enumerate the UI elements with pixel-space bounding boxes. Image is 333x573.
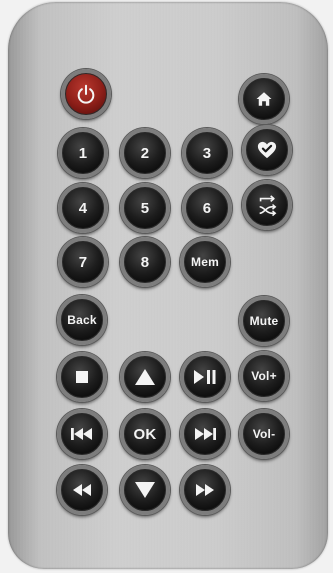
fast-forward-button[interactable] — [180, 465, 230, 515]
volume-down-button[interactable]: Vol- — [239, 409, 289, 459]
mute-button[interactable]: Mute — [239, 296, 289, 346]
number-1-button[interactable]: 1 — [58, 128, 108, 178]
number-5-label: 5 — [140, 199, 150, 217]
favorite-button[interactable] — [242, 125, 292, 175]
volume-down-label: Vol- — [252, 427, 276, 441]
heart-check-icon — [257, 141, 277, 159]
rewind-button[interactable] — [57, 465, 107, 515]
number-6-button[interactable]: 6 — [182, 183, 232, 233]
number-1-label: 1 — [78, 144, 88, 162]
back-button[interactable]: Back — [57, 295, 107, 345]
number-6-label: 6 — [202, 199, 212, 217]
mute-label: Mute — [249, 314, 279, 328]
skip-previous-icon — [71, 428, 92, 440]
number-8-button[interactable]: 8 — [120, 237, 170, 287]
volume-up-button[interactable]: Vol+ — [239, 351, 289, 401]
ok-button[interactable]: OK — [120, 409, 170, 459]
number-2-button[interactable]: 2 — [120, 128, 170, 178]
number-8-label: 8 — [140, 253, 150, 271]
play-pause-icon — [194, 370, 216, 384]
remote-control: 1 2 3 4 5 6 7 8 Mem Back Mute Vol+ OK Vo… — [8, 2, 328, 569]
stop-icon — [76, 371, 88, 383]
up-button[interactable] — [120, 352, 170, 402]
number-7-button[interactable]: 7 — [58, 237, 108, 287]
down-arrow-icon — [135, 482, 155, 498]
number-3-button[interactable]: 3 — [182, 128, 232, 178]
mem-button[interactable]: Mem — [180, 237, 230, 287]
rewind-icon — [73, 484, 91, 496]
up-arrow-icon — [135, 369, 155, 385]
repeat-shuffle-icon — [259, 195, 277, 217]
skip-next-icon — [195, 428, 216, 440]
power-icon — [77, 84, 95, 104]
fast-forward-icon — [196, 484, 214, 496]
number-2-label: 2 — [140, 144, 150, 162]
previous-track-button[interactable] — [57, 409, 107, 459]
number-3-label: 3 — [202, 144, 212, 162]
number-4-label: 4 — [78, 199, 88, 217]
play-pause-button[interactable] — [180, 352, 230, 402]
power-button[interactable] — [61, 69, 111, 119]
number-4-button[interactable]: 4 — [58, 183, 108, 233]
mem-label: Mem — [191, 255, 219, 269]
next-track-button[interactable] — [180, 409, 230, 459]
down-button[interactable] — [120, 465, 170, 515]
repeat-shuffle-button[interactable] — [242, 180, 292, 230]
volume-up-label: Vol+ — [251, 369, 277, 383]
stop-button[interactable] — [57, 352, 107, 402]
ok-label: OK — [133, 425, 157, 443]
home-button[interactable] — [239, 74, 289, 124]
back-label: Back — [67, 313, 97, 327]
home-icon — [256, 92, 272, 106]
number-7-label: 7 — [78, 253, 88, 271]
number-5-button[interactable]: 5 — [120, 183, 170, 233]
